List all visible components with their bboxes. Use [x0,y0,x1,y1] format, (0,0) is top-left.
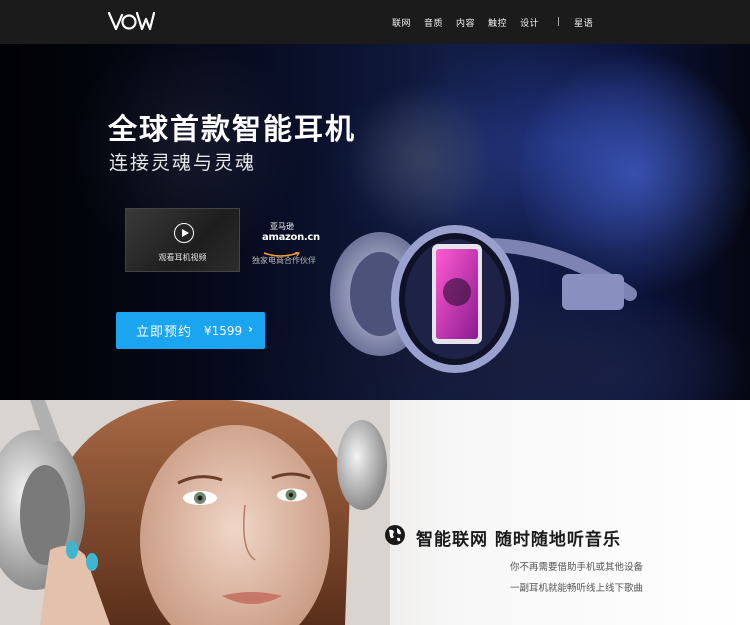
hero-title: 全球首款智能耳机 [108,112,357,146]
watch-video-label: 观看耳机视频 [158,253,207,262]
top-nav: 联网 音质 内容 触控 设计 | 星语 [0,0,750,44]
watch-video-button[interactable]: 观看耳机视频 [125,208,240,272]
globe-icon [385,525,405,545]
feature-section: 智能联网 随时随地听音乐 你不再需要借助手机或其他设备 一副耳机就能畅听线上线下… [0,400,750,625]
woman-with-headphones-image [0,400,390,625]
nav-item-touch[interactable]: 触控 [488,16,507,29]
nav-item-xingyu[interactable]: 星语 [574,16,593,29]
amazon-logo-cn: 亚马逊 [270,222,294,231]
feature-description-line-1: 你不再需要借助手机或其他设备 [509,562,643,573]
preorder-button[interactable]: 立即预约 ¥1599 › [116,312,265,349]
nav-item-sound[interactable]: 音质 [424,16,443,29]
nav-separator: | [557,17,561,27]
hero-subtitle: 连接灵魂与灵魂 [109,152,257,174]
nav-item-network[interactable]: 联网 [392,16,411,29]
nav-item-design[interactable]: 设计 [520,16,539,29]
hero-banner: 全球首款智能耳机 连接灵魂与灵魂 观看耳机视频 亚马逊 amazon.cn 独家… [0,44,750,400]
chevron-right-icon: › [248,322,253,336]
partner-text: 独家电商合作伙伴 [252,256,316,265]
preorder-price: ¥1599 [204,323,243,338]
vow-logo[interactable] [107,9,155,35]
feature-title: 智能联网 随时随地听音乐 [416,530,621,550]
play-icon [174,223,194,243]
amazon-logo-en: amazon.cn [262,232,320,243]
feature-description-line-2: 一副耳机就能畅听线上线下歌曲 [509,583,643,594]
nav-menu: 联网 音质 内容 触控 设计 | 星语 [392,0,606,44]
nav-item-content[interactable]: 内容 [456,16,475,29]
preorder-label: 立即预约 [136,325,193,340]
headphones-image [330,225,637,373]
